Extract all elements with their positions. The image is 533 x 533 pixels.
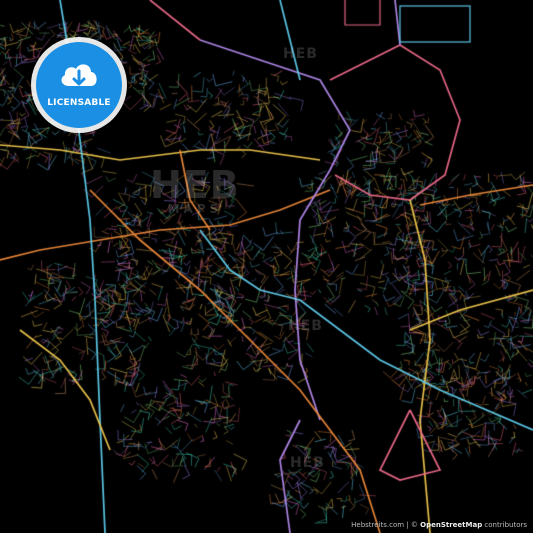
cloud-download-icon	[61, 64, 97, 86]
footer-site[interactable]: Hebstreits.com	[351, 521, 404, 529]
footer-osm[interactable]: OpenStreetMap	[420, 521, 482, 529]
badge-label: LICENSABLE	[47, 98, 111, 108]
footer-contributors: contributors	[482, 521, 527, 529]
attribution-footer[interactable]: Hebstreits.com | © OpenStreetMap contrib…	[351, 521, 527, 529]
licensable-badge[interactable]: LICENSABLE	[36, 42, 122, 128]
footer-separator: | ©	[404, 521, 421, 529]
